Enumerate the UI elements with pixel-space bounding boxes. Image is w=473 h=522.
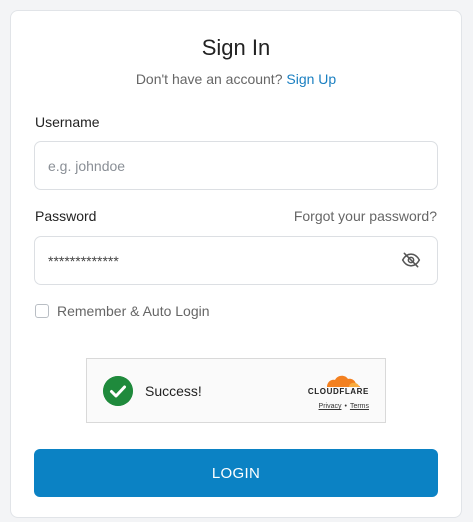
sign-in-card: Sign In Don't have an account? Sign Up U… (10, 10, 462, 518)
terms-link[interactable]: Terms (350, 403, 369, 410)
page-title: Sign In (201, 35, 271, 60)
captcha-links: Privacy • Terms (319, 403, 369, 410)
username-label: Username (35, 114, 100, 130)
sign-up-link[interactable]: Sign Up (286, 71, 336, 87)
captcha-status-text: Success! (145, 383, 202, 399)
privacy-link[interactable]: Privacy (319, 403, 342, 410)
login-button[interactable]: LOGIN (34, 449, 438, 497)
forgot-password-link[interactable]: Forgot your password? (294, 208, 437, 224)
username-field-container (34, 141, 438, 190)
password-field-container (34, 236, 438, 285)
link-separator: • (344, 403, 347, 410)
username-input[interactable] (48, 142, 388, 189)
cloudflare-brand-text: CLOUDFLARE (307, 387, 369, 396)
no-account-text: Don't have an account? (135, 71, 283, 87)
remember-me-row[interactable]: Remember & Auto Login (35, 303, 210, 319)
sign-up-prompt: Don't have an account? Sign Up (11, 71, 461, 87)
eye-slash-icon[interactable] (401, 250, 421, 270)
password-input[interactable] (48, 237, 388, 284)
remember-label: Remember & Auto Login (57, 303, 210, 319)
check-circle-icon (103, 376, 133, 406)
remember-checkbox[interactable] (35, 304, 49, 318)
cloudflare-turnstile-widget: Success! CLOUDFLARE Privacy • Terms (86, 358, 386, 423)
password-label: Password (35, 208, 97, 224)
